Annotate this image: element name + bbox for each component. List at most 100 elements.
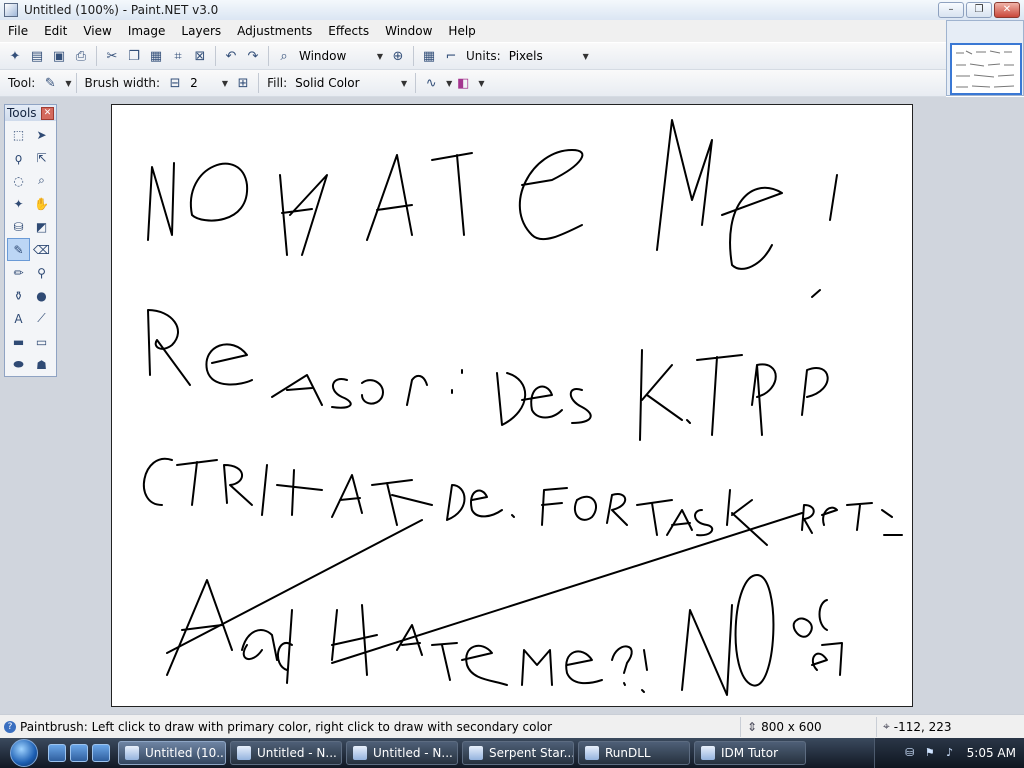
deselect-icon[interactable]: ⊠: [189, 45, 211, 67]
close-icon[interactable]: ✕: [41, 106, 54, 120]
gradient-tool[interactable]: ◩: [30, 215, 53, 238]
tools-panel-title: Tools: [7, 106, 37, 120]
menu-file[interactable]: File: [0, 24, 36, 38]
ellipse-select-tool[interactable]: ◌: [7, 169, 30, 192]
maximize-button[interactable]: ❐: [966, 2, 992, 18]
zoom-dropdown[interactable]: Window ▼: [295, 46, 387, 66]
units-value: Pixels: [508, 49, 543, 63]
rectangle-select-tool[interactable]: ⬚: [7, 123, 30, 146]
print-icon[interactable]: ⎙: [70, 45, 92, 67]
paint-bucket-tool[interactable]: ⛁: [7, 215, 30, 238]
open-folder-icon[interactable]: ▤: [26, 45, 48, 67]
paintbrush-tool[interactable]: ✎: [7, 238, 30, 261]
taskbar-item-label: Untitled (10...: [145, 746, 226, 760]
antialiasing-icon[interactable]: ∿: [420, 72, 442, 94]
move-selection-outline-tool[interactable]: ⇱: [30, 146, 53, 169]
cursor-position-text: -112, 223: [893, 719, 952, 734]
rundll-icon: [585, 746, 599, 760]
clone-stamp-tool[interactable]: ⚱: [7, 284, 30, 307]
chevron-down-icon: ▼: [221, 78, 229, 88]
new-file-icon[interactable]: ✦: [4, 45, 26, 67]
rounded-rectangle-tool[interactable]: ▭: [30, 330, 53, 353]
lasso-select-tool[interactable]: ϙ: [7, 146, 30, 169]
internet-explorer-icon[interactable]: [48, 744, 66, 762]
text-tool[interactable]: A: [7, 307, 30, 330]
switch-windows-icon[interactable]: [92, 744, 110, 762]
toolbar-divider: [415, 73, 417, 93]
pencil-tool[interactable]: ✏: [7, 261, 30, 284]
menu-bar: File Edit View Image Layers Adjustments …: [0, 20, 946, 42]
image-size-cell: ⇕ 800 x 600: [740, 716, 876, 737]
cut-icon[interactable]: ✂: [101, 45, 123, 67]
ellipse-tool[interactable]: ⬬: [7, 353, 30, 376]
menu-layers[interactable]: Layers: [173, 24, 229, 38]
security-icon[interactable]: ⚑: [923, 746, 937, 760]
save-icon[interactable]: ▣: [48, 45, 70, 67]
clock[interactable]: 5:05 AM: [967, 746, 1016, 760]
zoom-in-icon[interactable]: ⊕: [387, 45, 409, 67]
windows-logo-icon: [10, 739, 38, 767]
tools-panel: Tools ✕ ⬚ ➤ ϙ ⇱ ◌ ⌕ ✦ ✋ ⛁ ◩ ✎ ⌫ ✏ ⚲ ⚱ ● A ⟋ ▬ ▭ ⬬ ☗: [4, 104, 57, 377]
pan-tool[interactable]: ✋: [30, 192, 53, 215]
menu-help[interactable]: Help: [440, 24, 483, 38]
menu-edit[interactable]: Edit: [36, 24, 75, 38]
toolbar-divider: [75, 73, 77, 93]
taskbar-item-rundll[interactable]: RunDLL: [578, 741, 690, 765]
minimize-button[interactable]: –: [938, 2, 964, 18]
crop-to-selection-icon[interactable]: ⌗: [167, 45, 189, 67]
paintbrush-icon[interactable]: ✎: [39, 72, 61, 94]
units-dropdown[interactable]: Pixels ▼: [505, 46, 593, 66]
blend-mode-icon[interactable]: ◧: [452, 72, 474, 94]
recolor-tool[interactable]: ●: [30, 284, 53, 307]
quick-launch: [48, 744, 110, 762]
toolbar-divider: [215, 46, 216, 66]
freeform-shape-tool[interactable]: ☗: [30, 353, 53, 376]
rectangle-tool[interactable]: ▬: [7, 330, 30, 353]
taskbar-item-idm-tutor[interactable]: IDM Tutor: [694, 741, 806, 765]
brush-width-dropdown[interactable]: 2 ▼: [186, 73, 232, 93]
menu-adjustments[interactable]: Adjustments: [229, 24, 320, 38]
taskbar-item-notepad-1[interactable]: Untitled - N...: [230, 741, 342, 765]
decrease-width-icon[interactable]: ⊟: [164, 72, 186, 94]
show-desktop-icon[interactable]: [70, 744, 88, 762]
paste-icon[interactable]: ▦: [145, 45, 167, 67]
eraser-tool[interactable]: ⌫: [30, 238, 53, 261]
menu-view[interactable]: View: [75, 24, 119, 38]
image-size-icon: ⇕: [747, 719, 758, 734]
rulers-icon[interactable]: ⌐: [440, 45, 462, 67]
menu-effects[interactable]: Effects: [320, 24, 377, 38]
taskbar-item-label: IDM Tutor: [721, 746, 779, 760]
image-size-text: 800 x 600: [761, 719, 822, 734]
magic-wand-tool[interactable]: ✦: [7, 192, 30, 215]
volume-icon[interactable]: ♪: [943, 746, 957, 760]
chevron-down-icon[interactable]: ▼: [478, 79, 484, 88]
menu-image[interactable]: Image: [120, 24, 174, 38]
cursor-position-cell: ⌖ -112, 223: [876, 716, 1024, 737]
chevron-down-icon[interactable]: ▼: [65, 79, 71, 88]
taskbar-item-serpent-star[interactable]: Serpent Star...: [462, 741, 574, 765]
line-curve-tool[interactable]: ⟋: [30, 307, 53, 330]
zoom-dropdown-label: Window: [299, 49, 347, 63]
increase-width-icon[interactable]: ⊞: [232, 72, 254, 94]
grid-icon[interactable]: ▦: [418, 45, 440, 67]
close-button[interactable]: ✕: [994, 2, 1020, 18]
taskbar-item-label: Serpent Star...: [489, 746, 574, 760]
zoom-tool[interactable]: ⌕: [30, 169, 53, 192]
color-picker-tool[interactable]: ⚲: [30, 261, 53, 284]
menu-window[interactable]: Window: [377, 24, 440, 38]
drawing-canvas[interactable]: [111, 104, 913, 707]
undo-icon[interactable]: ↶: [220, 45, 242, 67]
zoom-out-icon[interactable]: ⌕: [273, 45, 295, 67]
paintnet-app-icon[interactable]: [4, 3, 18, 17]
move-selection-tool[interactable]: ➤: [30, 123, 53, 146]
taskbar-item-paintnet[interactable]: Untitled (10...: [118, 741, 226, 765]
copy-icon[interactable]: ❐: [123, 45, 145, 67]
taskbar-item-notepad-2[interactable]: Untitled - N...: [346, 741, 458, 765]
redo-icon[interactable]: ↷: [242, 45, 264, 67]
image-thumbnail[interactable]: [950, 43, 1022, 95]
start-button[interactable]: [0, 738, 48, 768]
cursor-position-icon: ⌖: [883, 719, 890, 733]
units-label: Units:: [466, 49, 501, 63]
fill-dropdown[interactable]: Solid Color ▼: [291, 73, 411, 93]
network-icon[interactable]: ⛁: [903, 746, 917, 760]
